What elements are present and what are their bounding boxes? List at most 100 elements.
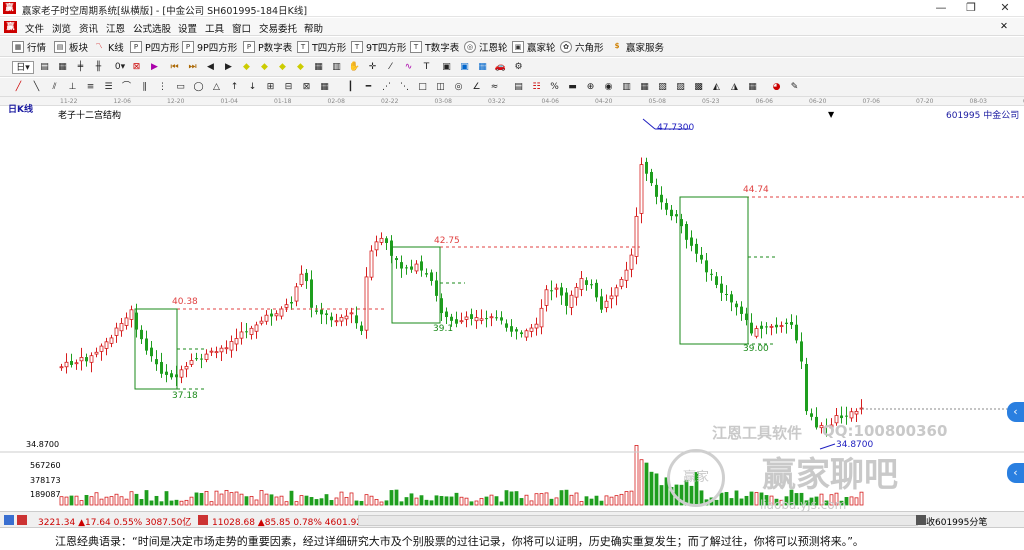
gann-box-icon[interactable]: ⊞	[264, 81, 277, 94]
ruler-icon[interactable]: ▬	[566, 81, 579, 94]
layout-icon[interactable]: ▣	[440, 61, 453, 74]
menu-browse[interactable]: 浏览	[52, 21, 71, 35]
vline-icon[interactable]: ┃	[344, 81, 357, 94]
prev-arrow-icon[interactable]: ◀	[204, 61, 217, 74]
toolbar-ptable-button[interactable]: P P数字表	[243, 40, 292, 54]
zero-select[interactable]: 0▾	[110, 61, 130, 74]
toolbar-9tsquare-button[interactable]: T 9T四方形	[351, 40, 406, 54]
wave-icon[interactable]: ∿	[402, 61, 415, 74]
menu-gann[interactable]: 江恩	[106, 21, 125, 35]
menu-help[interactable]: 帮助	[304, 21, 323, 35]
restore-button[interactable]: ❐	[956, 0, 986, 17]
time-icon[interactable]: ⋮	[156, 81, 169, 94]
next-icon[interactable]: ⏭	[186, 61, 199, 74]
zoom-out-icon[interactable]: ▥	[330, 61, 343, 74]
next-arrow-icon[interactable]: ▶	[222, 61, 235, 74]
fan2-icon[interactable]: ⋱	[398, 81, 411, 94]
menu-close-icon[interactable]: ✕	[1000, 21, 1008, 32]
sh-index[interactable]: 3221.34 ▲17.64 0.55% 3087.50亿	[38, 515, 191, 528]
angle-icon[interactable]: ∠	[470, 81, 483, 94]
sz-index[interactable]: 11028.68 ▲85.85 0.78% 4601.92亿	[212, 515, 371, 528]
candle-icon[interactable]: ╪	[74, 61, 87, 74]
tri-icon[interactable]: △	[210, 81, 223, 94]
first-icon[interactable]: ⏮	[168, 61, 181, 74]
bars2-icon[interactable]: ▦	[638, 81, 651, 94]
toolbar-tsquare-button[interactable]: T T四方形	[297, 40, 346, 54]
ellipse-icon[interactable]: ◯	[192, 81, 205, 94]
square-icon[interactable]: □	[416, 81, 429, 94]
trend-icon[interactable]: ╲	[30, 81, 43, 94]
diamond3-icon[interactable]: ◆	[276, 61, 289, 74]
close-button[interactable]: ✕	[990, 0, 1020, 17]
grid2-icon[interactable]: ⊟	[282, 81, 295, 94]
toolbar-winner-wheel-button[interactable]: ▣ 赢家轮	[512, 40, 556, 54]
diamond-icon[interactable]: ◆	[240, 61, 253, 74]
flag-icon[interactable]: ▶	[148, 61, 161, 74]
toolbar-hexagon-button[interactable]: ✿ 六角形	[560, 40, 604, 54]
bars5-icon[interactable]: ▩	[692, 81, 705, 94]
menu-tools[interactable]: 工具	[205, 21, 224, 35]
hand-icon[interactable]: ✋	[348, 61, 361, 74]
tick-label[interactable]: 收601995分笔	[926, 515, 987, 528]
arc-icon[interactable]: ⌒	[120, 81, 133, 94]
grid4-icon[interactable]: ▦	[318, 81, 331, 94]
cross-icon[interactable]: ✛	[366, 61, 379, 74]
menu-app-icon[interactable]: 赢	[4, 21, 17, 33]
bars6-icon[interactable]: ▦	[746, 81, 759, 94]
toolbar-gann-wheel-button[interactable]: ◎ 江恩轮	[464, 40, 508, 54]
toolbar-quotes-button[interactable]: ▦ 行情	[12, 40, 46, 54]
minimize-button[interactable]: —	[926, 0, 956, 17]
circle-grid-icon[interactable]: ⊕	[584, 81, 597, 94]
price-icon[interactable]: ▦	[56, 61, 69, 74]
side-expand-button-2[interactable]: ‹	[1007, 463, 1024, 483]
menu-trade[interactable]: 交易委托	[259, 21, 297, 35]
zoom-grid-icon[interactable]: ▦	[312, 61, 325, 74]
pie-icon[interactable]: ◕	[770, 81, 783, 94]
table-icon[interactable]: ▤	[512, 81, 525, 94]
ray-icon[interactable]: ╱	[12, 81, 25, 94]
hline-icon[interactable]: ━	[362, 81, 375, 94]
tri2-icon[interactable]: ◭	[710, 81, 723, 94]
fan-icon[interactable]: ⋰	[380, 81, 393, 94]
bars4-icon[interactable]: ▨	[674, 81, 687, 94]
window-icon[interactable]: ▣	[458, 61, 471, 74]
gann-fan-icon[interactable]: ⊠	[130, 61, 143, 74]
ohlc-icon[interactable]: ╫	[92, 61, 105, 74]
arrow-down-icon[interactable]: ↓	[246, 81, 259, 94]
settings-icon[interactable]: ⚙	[512, 61, 525, 74]
bars-icon[interactable]: ▥	[620, 81, 633, 94]
side-expand-button[interactable]: ‹	[1007, 402, 1024, 422]
toolbar-psquare-button[interactable]: P P四方形	[130, 40, 179, 54]
rect-icon[interactable]: ▭	[174, 81, 187, 94]
toolbar-kline-button[interactable]: 〽 K线	[93, 40, 124, 54]
grid3-icon[interactable]: ⊠	[300, 81, 313, 94]
car-icon[interactable]: 🚗	[494, 61, 507, 74]
target-icon[interactable]: ◉	[602, 81, 615, 94]
menu-window[interactable]: 窗口	[232, 21, 251, 35]
pen-icon[interactable]: ✎	[788, 81, 801, 94]
menu-info[interactable]: 资讯	[79, 21, 98, 35]
percent-icon[interactable]: %	[548, 81, 561, 94]
tri3-icon[interactable]: ◮	[728, 81, 741, 94]
arrow-up-icon[interactable]: ↑	[228, 81, 241, 94]
period-select[interactable]: 日▾	[12, 61, 34, 74]
text-icon[interactable]: T	[420, 61, 433, 74]
menu-formula[interactable]: 公式选股	[133, 21, 171, 35]
toolbar-service-button[interactable]: $ 赢家服务	[611, 40, 664, 54]
pitchfork-icon[interactable]: ⊥	[66, 81, 79, 94]
fib-icon[interactable]: ≡	[84, 81, 97, 94]
cube-icon[interactable]: ◫	[434, 81, 447, 94]
toolbar-9psquare-button[interactable]: P 9P四方形	[182, 40, 237, 54]
spiral-icon[interactable]: ◎	[452, 81, 465, 94]
draw-line-icon[interactable]: ▤	[38, 61, 51, 74]
cycle-icon[interactable]: ∥	[138, 81, 151, 94]
fib2-icon[interactable]: ☰	[102, 81, 115, 94]
diamond2-icon[interactable]: ◆	[258, 61, 271, 74]
bars3-icon[interactable]: ▧	[656, 81, 669, 94]
diamond4-icon[interactable]: ◆	[294, 61, 307, 74]
toolbar-ttable-button[interactable]: T T数字表	[410, 40, 459, 54]
line-icon[interactable]: ⁄	[384, 61, 397, 74]
menu-file[interactable]: 文件	[25, 21, 44, 35]
status-scroll[interactable]	[358, 515, 918, 526]
lines-icon[interactable]: ☷	[530, 81, 543, 94]
